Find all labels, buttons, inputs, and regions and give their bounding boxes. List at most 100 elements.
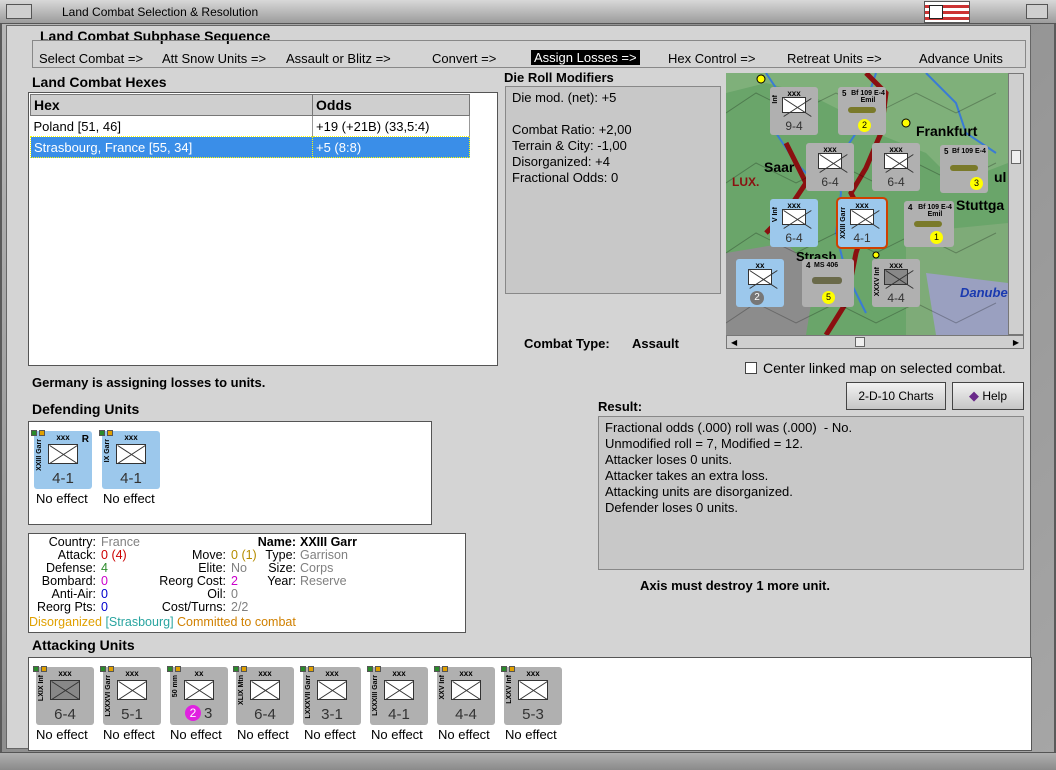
attacking-effect: No effect xyxy=(36,727,88,742)
scroll-thumb[interactable] xyxy=(1011,150,1021,164)
unit-name: XXV Inf xyxy=(439,675,446,700)
infantry-icon xyxy=(50,680,80,700)
year-label: Year: xyxy=(267,574,296,588)
scroll-left-icon[interactable]: ◀ xyxy=(731,338,737,347)
step-select-combat[interactable]: Select Combat => xyxy=(39,51,143,66)
column-header-hex[interactable]: Hex xyxy=(30,94,313,116)
map-air-unit[interactable]: 5 Bf 109 E-4 3 xyxy=(940,145,988,193)
attacking-unit[interactable]: xxx LXXV Inf 5-3 xyxy=(501,666,562,725)
result-panel: Fractional odds (.000) roll was (.000) -… xyxy=(598,416,1024,570)
step-advance-units[interactable]: Advance Units xyxy=(919,51,1003,66)
map-unit[interactable]: xx 2 xyxy=(736,259,784,307)
unit-size: 4 xyxy=(806,261,811,270)
die-roll-line: Disorganized: +4 xyxy=(512,154,610,169)
map-label-danube: Danube xyxy=(960,285,1008,300)
unit-value: 6-4 xyxy=(785,231,803,245)
help-button[interactable]: ◆ Help xyxy=(952,382,1024,410)
unit-value: 6-4 xyxy=(821,175,839,189)
defense-value: 4 xyxy=(101,561,108,575)
oil-value: 0 xyxy=(231,587,238,601)
cost-turns-label: Cost/Turns: xyxy=(161,600,226,614)
infantry-icon xyxy=(782,97,806,113)
die-roll-line: Terrain & City: -1,00 xyxy=(512,138,627,153)
linked-map[interactable]: Frankfurt Saar LUX. Stuttga Strasb Danub… xyxy=(726,73,1008,335)
step-assault-or-blitz[interactable]: Assault or Blitz => xyxy=(286,51,391,66)
odds-cell: +19 (+21B) (33,5:4) xyxy=(312,115,470,137)
step-retreat-units[interactable]: Retreat Units => xyxy=(787,51,882,66)
table-row[interactable]: Poland [51, 46] +19 (+21B) (33,5:4) xyxy=(30,115,470,137)
map-unit[interactable]: xxx Inf 9-4 xyxy=(770,87,818,135)
unit-value: 4-1 xyxy=(52,470,74,487)
odds-cell: +5 (8:8) xyxy=(312,136,470,158)
attacking-unit[interactable]: xxx LXXXVI Garr 5-1 xyxy=(100,666,161,725)
defending-unit[interactable]: xxx XXIII Garr R 4-1 xyxy=(31,430,92,489)
charts-button[interactable]: 2-D-10 Charts xyxy=(846,382,946,410)
map-horizontal-scrollbar[interactable]: ◀ ▶ xyxy=(726,335,1024,349)
unit-value: 3-1 xyxy=(321,706,343,723)
bombard-value: 0 xyxy=(101,574,108,588)
system-menu-button[interactable] xyxy=(6,4,32,19)
map-unit[interactable]: xxx 6-4 xyxy=(872,143,920,191)
attacking-unit[interactable]: xxx XXV Inf 4-4 xyxy=(434,666,495,725)
attacking-unit[interactable]: xxx LXXXIII Garr 4-1 xyxy=(367,666,428,725)
unit-name: V Inf xyxy=(772,207,779,223)
size-label: Size: xyxy=(268,561,296,575)
step-hex-control[interactable]: Hex Control => xyxy=(668,51,755,66)
unit-name: 50 mm xyxy=(172,675,179,698)
die-roll-line-blank xyxy=(512,106,632,122)
map-unit-selected[interactable]: xxx XXIII Garr 4-1 xyxy=(836,197,888,249)
map-unit[interactable]: xxx 6-4 xyxy=(806,143,854,191)
result-line: Defender loses 0 units. xyxy=(605,500,738,515)
unit-size: 5 xyxy=(944,147,949,156)
attacking-effect: No effect xyxy=(304,727,356,742)
unit-name: LXIX Inf xyxy=(38,675,45,702)
result-line: Fractional odds (.000) roll was (.000) -… xyxy=(605,420,853,435)
center-map-checkbox[interactable] xyxy=(745,362,757,374)
unit-value: 5-1 xyxy=(121,706,143,723)
minimize-button[interactable] xyxy=(1026,4,1048,19)
defending-effect: No effect xyxy=(36,491,88,506)
type-value: Garrison xyxy=(300,548,348,562)
garrison-icon xyxy=(117,680,147,700)
bombard-label: Bombard: xyxy=(41,574,96,588)
hexes-table: Hex Odds Poland [51, 46] +19 (+21B) (33,… xyxy=(30,94,470,158)
artillery-icon xyxy=(184,680,214,700)
combat-type-label: Combat Type: xyxy=(524,336,610,351)
garrison-icon xyxy=(48,444,78,464)
attacking-unit[interactable]: xx 50 mm 2 3 xyxy=(167,666,228,725)
map-label-ul: ul xyxy=(994,169,1007,185)
map-unit[interactable]: xxx V Inf 6-4 xyxy=(770,199,818,247)
size-value: Corps xyxy=(300,561,334,575)
combat-type-value: Assault xyxy=(632,336,679,351)
artillery-icon xyxy=(748,269,772,285)
map-vertical-scrollbar[interactable] xyxy=(1008,73,1024,335)
scroll-thumb[interactable] xyxy=(855,337,865,347)
map-air-unit[interactable]: 4 MS 406 5 xyxy=(802,259,854,307)
map-label-lux: LUX. xyxy=(732,175,760,189)
antiair-value: 0 xyxy=(101,587,108,601)
garrison-icon xyxy=(384,680,414,700)
step-assign-losses[interactable]: Assign Losses => xyxy=(531,50,640,65)
attacking-unit[interactable]: xxx XLIX Mtn 6-4 xyxy=(233,666,294,725)
unit-value: 2 xyxy=(858,119,871,132)
status-disorganized: Disorganized xyxy=(29,615,102,629)
column-header-odds[interactable]: Odds xyxy=(312,94,470,116)
map-air-unit[interactable]: 5 Bf 109 E-4 Emil 2 xyxy=(838,87,886,135)
table-row-selected[interactable]: Strasbourg, France [55, 34] +5 (8:8) xyxy=(30,136,470,158)
step-convert[interactable]: Convert => xyxy=(432,51,496,66)
germany-flag-icon xyxy=(924,1,970,23)
name-label: Name: xyxy=(257,535,296,549)
reorg-pts-value: 0 xyxy=(101,600,108,614)
attacking-title: Attacking Units xyxy=(32,637,135,653)
die-roll-line: Fractional Odds: 0 xyxy=(512,170,619,185)
map-air-unit[interactable]: 4 Bf 109 E-4 Emil 1 xyxy=(904,201,954,247)
step-att-snow-units[interactable]: Att Snow Units => xyxy=(162,51,266,66)
map-unit[interactable]: xxx XXXV Inf 4-4 xyxy=(872,259,920,307)
scroll-right-icon[interactable]: ▶ xyxy=(1013,338,1019,347)
unit-value: 5 xyxy=(822,291,835,304)
attacking-unit[interactable]: xxx LXXXVII Garr 3-1 xyxy=(300,666,361,725)
die-roll-title: Die Roll Modifiers xyxy=(504,70,614,85)
attacking-unit[interactable]: xxx LXIX Inf 6-4 xyxy=(33,666,94,725)
unit-value: 2 xyxy=(750,291,764,305)
defending-unit[interactable]: xxx IX Garr 4-1 xyxy=(99,430,160,489)
